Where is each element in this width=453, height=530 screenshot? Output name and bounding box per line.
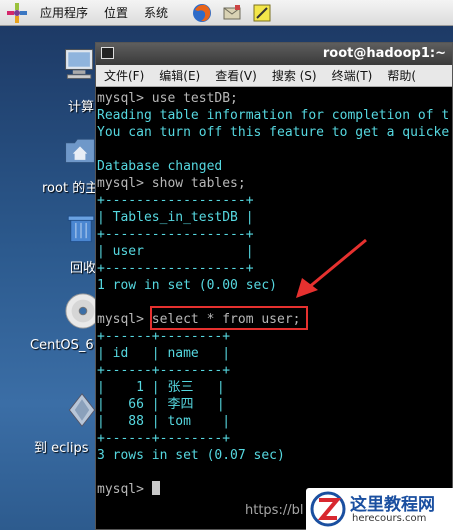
terminal-line: | 88 | tom |	[97, 414, 231, 429]
menu-system[interactable]: 系统	[136, 4, 176, 21]
terminal-menu-terminal[interactable]: 终端(T)	[332, 67, 373, 84]
terminal-line: +------------------+	[97, 227, 254, 242]
terminal-line: | 1 | 张三 |	[97, 380, 225, 395]
terminal-menu-search[interactable]: 搜索 (S)	[272, 67, 317, 84]
terminal-line: 1 row in set (0.00 sec)	[97, 278, 278, 293]
desktop-icon-computer[interactable]: 计算	[60, 46, 100, 115]
terminal-menu-file[interactable]: 文件(F)	[104, 67, 144, 84]
terminal-line: | 66 | 李四 |	[97, 397, 225, 412]
computer-icon	[65, 49, 94, 79]
terminal-prompt: mysql>	[97, 482, 152, 497]
terminal-line: | Tables_in_testDB |	[97, 210, 254, 225]
terminal-line: | user |	[97, 244, 254, 259]
terminal-line: Reading table information for completion…	[97, 108, 450, 123]
terminal-line: mysql> show tables;	[97, 176, 246, 191]
desktop-icon-trash[interactable]: 回收	[60, 210, 100, 276]
desktop-icon-label: 到 eclips	[34, 441, 89, 456]
terminal-line: | id | name |	[97, 346, 231, 361]
home-folder-icon	[65, 138, 95, 164]
terminal-app-icon	[101, 47, 114, 59]
watermark-logo: 这里教程网 herecours.com	[306, 488, 453, 530]
terminal-line: Database changed	[97, 159, 223, 174]
terminal-line: +------+--------+	[97, 431, 231, 446]
desktop-icon-cd[interactable]: CentOS_6	[30, 292, 101, 356]
terminal-titlebar[interactable]: root@hadoop1:~	[96, 43, 452, 65]
desktop-icon-eclipse[interactable]: 到 eclips	[32, 392, 96, 456]
terminal-line: 3 rows in set (0.07 sec)	[97, 448, 285, 463]
terminal-line: +------------------+	[97, 261, 254, 276]
terminal-title: root@hadoop1:~	[322, 46, 446, 61]
terminal-menu-edit[interactable]: 编辑(E)	[159, 67, 200, 84]
distro-logo-icon[interactable]	[6, 2, 28, 24]
watermark-logo-sub: herecours.com	[352, 513, 427, 524]
terminal-line: mysql> use testDB;	[97, 91, 238, 106]
highlight-box	[150, 306, 308, 330]
terminal-line: +------+--------+	[97, 363, 231, 378]
desktop-icon-home[interactable]: root 的主	[40, 132, 100, 196]
terminal-cursor	[151, 481, 160, 495]
trash-icon	[67, 215, 95, 243]
desktop-icon-label: 计算	[68, 100, 95, 115]
menu-applications[interactable]: 应用程序	[32, 4, 96, 21]
notes-icon[interactable]	[252, 3, 272, 23]
top-panel: 应用程序 位置 系统	[0, 0, 453, 26]
terminal-window[interactable]: root@hadoop1:~ 文件(F) 编辑(E) 查看(V) 搜索 (S) …	[95, 42, 453, 530]
terminal-menu-help[interactable]: 帮助(	[387, 67, 416, 84]
desktop-icon-label: 回收	[70, 261, 97, 276]
desktop-icon-label: CentOS_6	[30, 338, 94, 353]
mail-icon[interactable]	[222, 3, 242, 23]
terminal-menubar: 文件(F) 编辑(E) 查看(V) 搜索 (S) 终端(T) 帮助(	[96, 65, 452, 87]
terminal-line: You can turn off this feature to get a q…	[97, 125, 450, 140]
desktop-icon-label: root 的主	[42, 181, 99, 196]
watermark-url: https://bl	[245, 503, 304, 518]
annotation-arrow-icon	[296, 238, 367, 298]
menu-places[interactable]: 位置	[96, 4, 136, 21]
site-logo-icon	[310, 491, 346, 527]
terminal-line: +------+--------+	[97, 329, 231, 344]
watermark-logo-text: 这里教程网	[350, 495, 435, 515]
firefox-icon[interactable]	[192, 3, 212, 23]
terminal-line: +------------------+	[97, 193, 254, 208]
terminal-menu-view[interactable]: 查看(V)	[215, 67, 257, 84]
